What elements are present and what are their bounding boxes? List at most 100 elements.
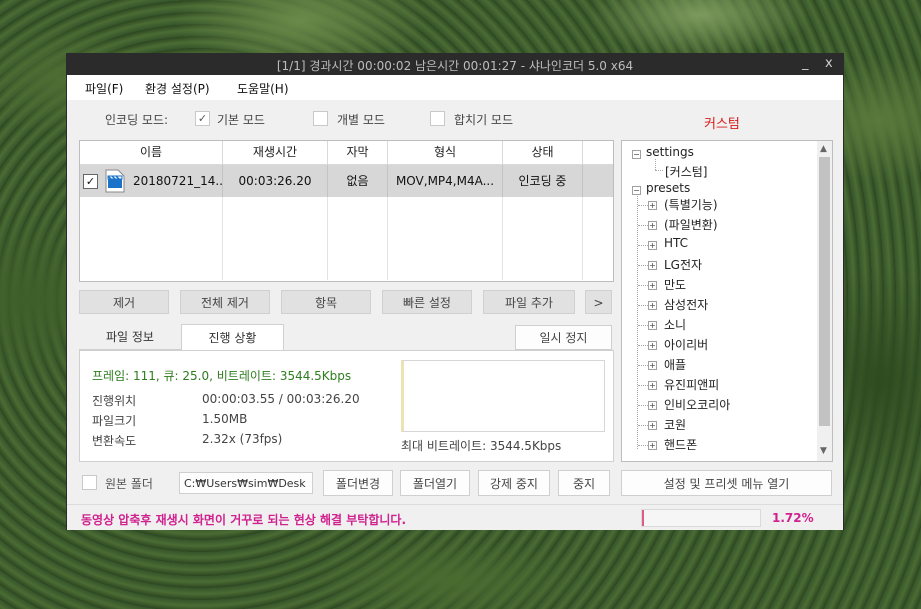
- menu-help[interactable]: 도움말(H): [237, 80, 289, 97]
- open-folder-button[interactable]: 폴더열기: [400, 470, 470, 496]
- column-header-status[interactable]: 상태: [503, 141, 583, 165]
- row-subtitle: 없음: [328, 165, 388, 197]
- remove-all-button[interactable]: 전체 제거: [180, 290, 270, 314]
- menu-preferences[interactable]: 환경 설정(P): [145, 80, 210, 97]
- collapse-icon[interactable]: −: [632, 186, 641, 195]
- tree-node-settings[interactable]: settings: [646, 145, 694, 159]
- column-divider: [582, 197, 583, 280]
- tree-node-iriver[interactable]: 아이리버: [664, 336, 708, 353]
- tree-node-mobile-phone[interactable]: 핸드폰: [664, 436, 697, 453]
- file-table[interactable]: 이름 재생시간 자막 형식 상태 ✓ 20180721_14... 00:03:…: [79, 140, 614, 282]
- close-button[interactable]: x: [825, 56, 833, 71]
- expand-icon[interactable]: +: [648, 381, 657, 390]
- tree-node-cowon[interactable]: 코원: [664, 416, 686, 433]
- basic-mode-label[interactable]: 기본 모드: [217, 111, 265, 128]
- source-folder-checkbox[interactable]: [82, 475, 97, 490]
- scrollbar-thumb[interactable]: [819, 157, 830, 426]
- preset-name-label: 커스텀: [704, 117, 740, 132]
- expand-icon[interactable]: +: [648, 421, 657, 430]
- source-folder-label[interactable]: 원본 폴더: [105, 475, 153, 492]
- tree-node-inbio-korea[interactable]: 인비오코리아: [664, 396, 730, 413]
- add-file-button[interactable]: 파일 추가: [483, 290, 575, 314]
- expand-icon[interactable]: +: [648, 281, 657, 290]
- progress-percent: 1.72%: [772, 511, 814, 525]
- tree-node-samsung[interactable]: 삼성전자: [664, 296, 708, 313]
- more-button[interactable]: >: [585, 290, 612, 314]
- tree-line: [655, 159, 656, 170]
- row-spacer: [583, 165, 613, 197]
- column-header-subtitle[interactable]: 자막: [328, 141, 388, 165]
- column-header-spacer: [583, 141, 613, 165]
- pause-button[interactable]: 일시 정지: [515, 325, 612, 350]
- basic-mode-checkbox[interactable]: ✓: [195, 111, 210, 126]
- individual-mode-label[interactable]: 개별 모드: [337, 111, 385, 128]
- status-message: 동영상 압축후 재생시 화면이 거꾸로 되는 현상 해결 부탁합니다.: [81, 513, 407, 527]
- row-status: 인코딩 중: [503, 165, 583, 197]
- row-checkbox[interactable]: ✓: [83, 174, 98, 189]
- preset-tree[interactable]: − settings [커스텀] − presets + (특별기능) + (파일변환…: [621, 140, 833, 462]
- column-header-name[interactable]: 이름: [80, 141, 223, 165]
- row-name-cell: ✓ 20180721_14...: [80, 165, 227, 197]
- menu-bar: 파일(F) 환경 설정(P) 도움말(H): [67, 75, 843, 100]
- column-divider: [327, 197, 328, 280]
- row-format: MOV,MP4,M4A...: [388, 165, 503, 197]
- tree-node-apple[interactable]: 애플: [664, 356, 686, 373]
- bitrate-graph: [401, 360, 605, 432]
- column-divider: [387, 197, 388, 280]
- tree-node-presets[interactable]: presets: [646, 181, 690, 195]
- tree-node-lg[interactable]: LG전자: [664, 256, 702, 273]
- stop-button[interactable]: 중지: [558, 470, 610, 496]
- tree-scrollbar[interactable]: ▲ ▼: [817, 141, 832, 461]
- filesize-label: 파일크기: [92, 414, 137, 428]
- max-bitrate: 최대 비트레이트: 3544.5Kbps: [401, 439, 562, 453]
- item-button[interactable]: 항목: [281, 290, 371, 314]
- tree-line: [637, 196, 638, 449]
- encoding-mode-label: 인코딩 모드:: [105, 113, 169, 127]
- tree-node-custom[interactable]: [커스텀]: [665, 163, 707, 180]
- expand-icon[interactable]: +: [648, 321, 657, 330]
- quick-settings-button[interactable]: 빠른 설정: [382, 290, 472, 314]
- position-label: 진행위치: [92, 394, 137, 408]
- menu-file[interactable]: 파일(F): [85, 80, 123, 97]
- expand-icon[interactable]: +: [648, 301, 657, 310]
- expand-icon[interactable]: +: [648, 221, 657, 230]
- expand-icon[interactable]: +: [648, 401, 657, 410]
- scroll-up-icon[interactable]: ▲: [820, 144, 827, 154]
- filesize-value: 1.50MB: [202, 412, 248, 426]
- change-folder-button[interactable]: 폴더변경: [323, 470, 393, 496]
- minimize-button[interactable]: _: [802, 56, 809, 71]
- tree-node-htc[interactable]: HTC: [664, 236, 688, 250]
- column-header-duration[interactable]: 재생시간: [223, 141, 328, 165]
- open-settings-button[interactable]: 설정 및 프리셋 메뉴 열기: [621, 470, 832, 496]
- title-bar[interactable]: [1/1] 경과시간 00:00:02 남은시간 00:01:27 - 샤나인코…: [67, 54, 843, 75]
- expand-icon[interactable]: +: [648, 261, 657, 270]
- tree-node-file-conversion[interactable]: (파일변환): [664, 216, 718, 233]
- row-duration: 00:03:26.20: [223, 165, 328, 197]
- merge-mode-checkbox[interactable]: [430, 111, 445, 126]
- tree-node-mando[interactable]: 만도: [664, 276, 686, 293]
- remove-button[interactable]: 제거: [79, 290, 169, 314]
- tree-node-eugene-pnp[interactable]: 유진피앤피: [664, 376, 719, 393]
- video-file-icon: [105, 169, 125, 193]
- tree-node-sony[interactable]: 소니: [664, 316, 686, 333]
- tree-node-special-features[interactable]: (특별기능): [664, 196, 718, 213]
- speed-value: 2.32x (73fps): [202, 432, 283, 446]
- status-bar: 동영상 압축후 재생시 화면이 거꾸로 되는 현상 해결 부탁합니다. 1.72…: [67, 504, 843, 530]
- force-stop-button[interactable]: 강제 중지: [478, 470, 550, 496]
- expand-icon[interactable]: +: [648, 201, 657, 210]
- expand-icon[interactable]: +: [648, 361, 657, 370]
- progress-panel: 프레임: 111, 큐: 25.0, 비트레이트: 3544.5Kbps 진행위…: [79, 350, 614, 462]
- column-divider: [502, 197, 503, 280]
- merge-mode-label[interactable]: 합치기 모드: [454, 111, 513, 128]
- column-header-format[interactable]: 형식: [388, 141, 503, 165]
- expand-icon[interactable]: +: [648, 341, 657, 350]
- expand-icon[interactable]: +: [648, 441, 657, 450]
- tab-progress[interactable]: 진행 상황: [181, 324, 284, 350]
- individual-mode-checkbox[interactable]: [313, 111, 328, 126]
- output-path-field[interactable]: C:₩Users₩sim₩Desk: [179, 472, 313, 494]
- scroll-down-icon[interactable]: ▼: [820, 446, 827, 456]
- collapse-icon[interactable]: −: [632, 150, 641, 159]
- tab-file-info[interactable]: 파일 정보: [79, 324, 181, 350]
- expand-icon[interactable]: +: [648, 241, 657, 250]
- position-value: 00:00:03.55 / 00:03:26.20: [202, 392, 360, 406]
